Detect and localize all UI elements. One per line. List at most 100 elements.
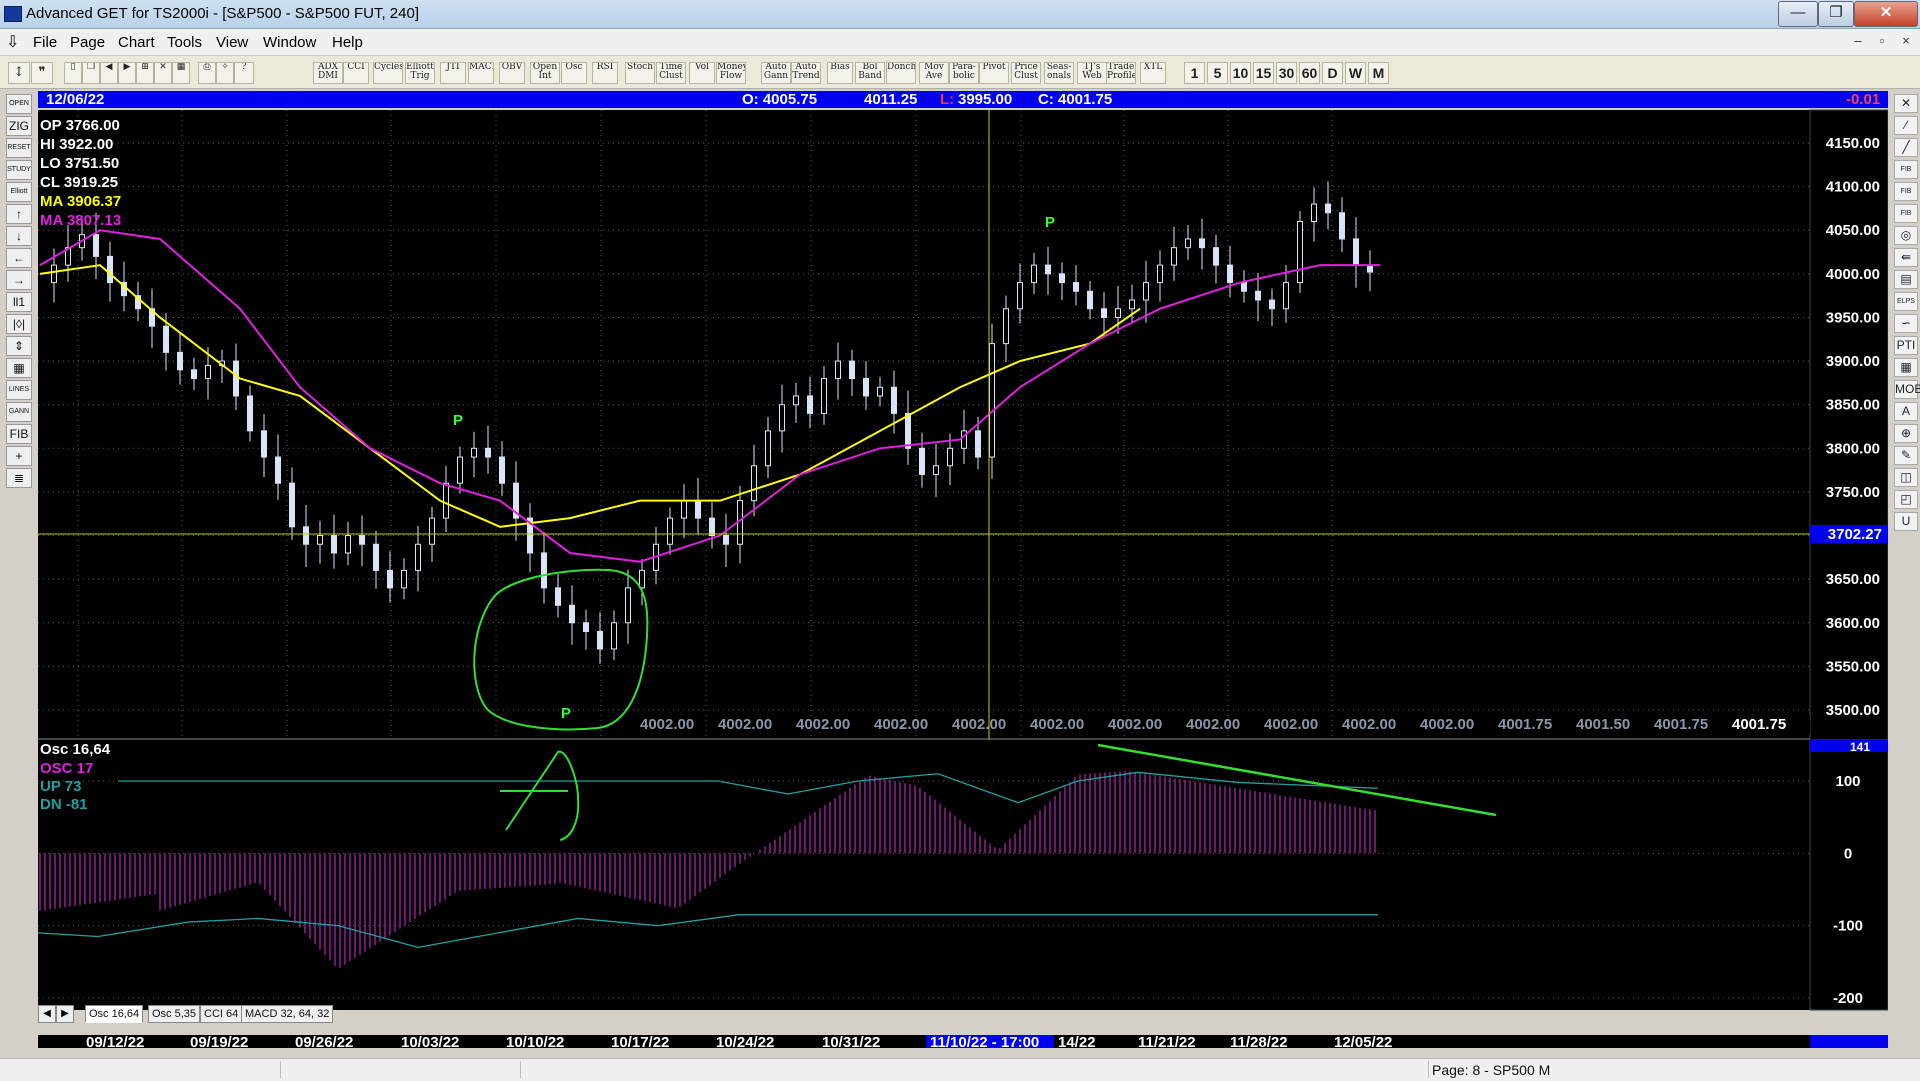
copy-icon[interactable]: ❐ [82, 62, 100, 84]
study-button-mov-ave[interactable]: Mov Ave [919, 62, 949, 84]
study-button-macd[interactable]: MACD [468, 62, 494, 84]
left-tool-10-icon[interactable]: |◊| [6, 314, 32, 334]
study-button-bias[interactable]: Bias [827, 62, 853, 84]
tab-scroll-left-icon[interactable]: ◀ [38, 1005, 56, 1023]
menu-help[interactable]: Help [332, 34, 363, 51]
print-icon[interactable]: ⎙ [198, 62, 216, 84]
menu-window[interactable]: Window [263, 34, 316, 51]
period-button-15[interactable]: 15 [1253, 62, 1274, 84]
period-button-10[interactable]: 10 [1230, 62, 1251, 84]
tab-osc-16-64[interactable]: Osc 16,64 [85, 1005, 144, 1023]
right-tool-1-icon[interactable]: ⁄ [1894, 116, 1918, 135]
left-tool-15-icon[interactable]: FIB [6, 424, 32, 444]
period-button-m[interactable]: M [1368, 62, 1389, 84]
new-page-icon[interactable]: ▯ [64, 62, 82, 84]
menu-chart[interactable]: Chart [118, 34, 155, 51]
study-button-cci[interactable]: CCI [343, 62, 369, 84]
left-tool-4-icon[interactable]: Elliott [6, 182, 32, 202]
right-tool-15-icon[interactable]: ⊕ [1894, 424, 1918, 443]
left-tool-6-icon[interactable]: ↓ [6, 226, 32, 246]
study-button-open-int[interactable]: Open Int [530, 62, 560, 84]
study-button-xtl[interactable]: XTL [1140, 62, 1166, 84]
right-tool-4-icon[interactable]: FIB EXT [1894, 182, 1918, 212]
left-tool-0-icon[interactable]: OPEN [6, 94, 32, 114]
study-button-osc[interactable]: Osc [561, 62, 587, 84]
mdi-close-button[interactable]: × [1896, 33, 1916, 51]
right-tool-2-icon[interactable]: ╱ [1894, 138, 1918, 157]
study-button-vol[interactable]: Vol [689, 62, 715, 84]
right-tool-8-icon[interactable]: ▤ [1894, 270, 1918, 289]
right-tool-18-icon[interactable]: ◰ [1894, 490, 1918, 509]
right-tool-12-icon[interactable]: ▦ [1894, 358, 1918, 377]
grid-icon[interactable]: ▦ [172, 62, 190, 84]
study-button-auto-trend[interactable]: Auto Trend [791, 62, 821, 84]
right-tool-3-icon[interactable]: FIB RET [1894, 160, 1918, 190]
right-tool-17-icon[interactable]: ◫ [1894, 468, 1918, 487]
right-tool-7-icon[interactable]: ⇚ [1894, 248, 1918, 267]
right-tool-9-icon[interactable]: ELPS [1894, 292, 1918, 311]
study-button-elliott-trig[interactable]: Elliott Trig [405, 62, 435, 84]
right-tool-16-icon[interactable]: ✎ [1894, 446, 1918, 465]
menu-file[interactable]: File [33, 34, 57, 51]
right-tool-11-icon[interactable]: PTI [1894, 336, 1918, 355]
back-icon[interactable]: ◀ [100, 62, 118, 84]
study-button-seas-onals[interactable]: Seas- onals [1044, 62, 1074, 84]
left-tool-17-icon[interactable]: ≣ [6, 468, 32, 488]
study-button-donch[interactable]: Donch [886, 62, 916, 84]
study-button-cycles[interactable]: Cycles [373, 62, 403, 84]
maximize-button[interactable]: ❐ [1818, 1, 1854, 27]
study-button-price-clust[interactable]: Price Clust [1011, 62, 1041, 84]
study-button-bol-band[interactable]: Bol Band [855, 62, 885, 84]
left-tool-12-icon[interactable]: ▦ [6, 358, 32, 378]
close-button[interactable]: ✕ [1854, 1, 1918, 27]
study-button-time-clust[interactable]: Time Clust [656, 62, 686, 84]
pointer-tool-icon[interactable]: ↕ [8, 62, 30, 84]
study-button-stoch[interactable]: Stoch [625, 62, 655, 84]
right-tool-19-icon[interactable]: U [1894, 512, 1918, 531]
right-tool-14-icon[interactable]: A [1894, 402, 1918, 421]
study-button-jti[interactable]: JTI [440, 62, 466, 84]
right-tool-10-icon[interactable]: ∽ [1894, 314, 1918, 333]
tab-scroll-right-icon[interactable]: ▶ [56, 1005, 74, 1023]
left-tool-16-icon[interactable]: + [6, 446, 32, 466]
forward-icon[interactable]: ▶ [118, 62, 136, 84]
mdi-minimize-button[interactable]: – [1848, 33, 1868, 51]
period-button-5[interactable]: 5 [1207, 62, 1228, 84]
left-tool-11-icon[interactable]: ⇕ [6, 336, 32, 356]
right-tool-6-icon[interactable]: ◎ [1894, 226, 1918, 245]
link-icon[interactable]: ⊞ [136, 62, 154, 84]
left-tool-3-icon[interactable]: STUDY [6, 160, 32, 180]
study-button-obv[interactable]: OBV [499, 62, 525, 84]
period-button-30[interactable]: 30 [1276, 62, 1297, 84]
tab-macd[interactable]: MACD 32, 64, 32 [241, 1005, 334, 1023]
right-tool-5-icon[interactable]: FIB TIME [1894, 204, 1918, 234]
left-tool-8-icon[interactable]: → [6, 270, 32, 290]
study-button-trade-profile[interactable]: Trade Profile [1106, 62, 1136, 84]
chart-menu-icon[interactable]: ⇩ [6, 32, 19, 52]
period-button-1[interactable]: 1 [1184, 62, 1205, 84]
left-tool-5-icon[interactable]: ↑ [6, 204, 32, 224]
left-tool-1-icon[interactable]: ZIG [6, 116, 32, 136]
study-button-adx-dmi[interactable]: ADX DMI [313, 62, 343, 84]
left-tool-7-icon[interactable]: ← [6, 248, 32, 268]
study-button-para-bolic[interactable]: Para- bolic [949, 62, 979, 84]
period-button-60[interactable]: 60 [1299, 62, 1320, 84]
left-tool-9-icon[interactable]: ll1 [6, 292, 32, 312]
hint-icon[interactable]: ✧ [216, 62, 234, 84]
study-button-rsi[interactable]: RSI [592, 62, 618, 84]
tab-osc-5-35[interactable]: Osc 5,35 [148, 1005, 201, 1023]
menu-tools[interactable]: Tools [167, 34, 202, 51]
right-tool-13-icon[interactable]: MOB [1894, 380, 1920, 399]
period-button-d[interactable]: D [1322, 62, 1343, 84]
quote-tool-icon[interactable]: ❞ [31, 62, 53, 84]
left-tool-13-icon[interactable]: LINES [6, 380, 32, 400]
minimize-button[interactable]: — [1778, 1, 1818, 27]
left-tool-2-icon[interactable]: RESET [6, 138, 32, 158]
help-icon[interactable]: ? [234, 62, 254, 84]
study-button-pivot[interactable]: Pivot [979, 62, 1009, 84]
right-tool-0-icon[interactable]: ✕ [1894, 94, 1918, 113]
study-button-money-flow[interactable]: Money Flow [716, 62, 746, 84]
period-button-w[interactable]: W [1345, 62, 1366, 84]
tab-cci-64[interactable]: CCI 64 [200, 1005, 243, 1023]
study-button-auto-gann[interactable]: Auto Gann [761, 62, 791, 84]
